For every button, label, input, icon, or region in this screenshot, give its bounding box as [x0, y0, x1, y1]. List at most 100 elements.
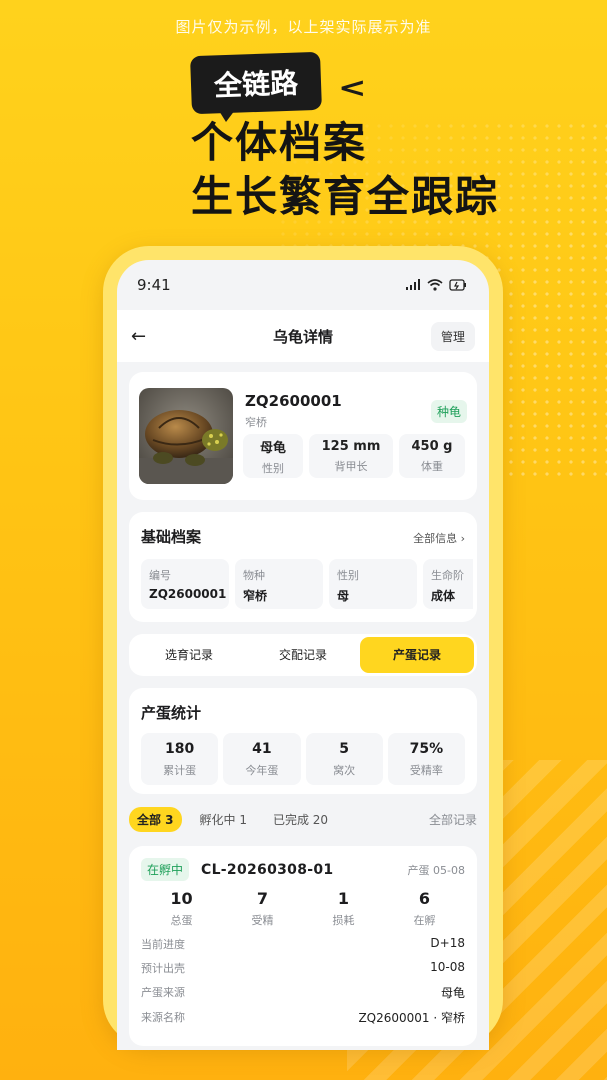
batch-num-label: 受精	[251, 914, 274, 927]
batch-num-total: 10 总蛋	[141, 889, 222, 928]
batch-date: 产蛋 05-08	[407, 863, 465, 877]
detail-value: ZQ2600001 · 窄桥	[358, 1011, 465, 1025]
field-value: 成体	[431, 589, 456, 603]
detail-label: 产蛋来源	[141, 986, 185, 999]
status-icons	[405, 279, 467, 291]
egg-stat-label: 受精率	[409, 763, 443, 777]
wifi-icon	[427, 279, 443, 291]
egg-stat-this-year: 41 今年蛋	[223, 733, 301, 785]
headline-2: 生长繁育全跟踪	[191, 172, 500, 221]
scroll-content[interactable]: ZQ2600001 窄桥 种龟 母龟 性别 125 mm 背甲长 450 g 体…	[117, 362, 489, 1046]
batch-num-label: 总蛋	[170, 914, 193, 927]
batch-header: 在孵中 CL-20260308-01 产蛋 05-08	[141, 858, 465, 881]
signal-icon	[406, 279, 420, 290]
all-records-link[interactable]: 全部记录	[429, 811, 477, 828]
egg-stats-row: 180 累计蛋 41 今年蛋 5 窝次 75% 受精率	[141, 733, 465, 785]
chevron-right-icon: ›	[460, 532, 465, 545]
field-label: 物种	[243, 569, 265, 582]
batch-num-label: 损耗	[332, 914, 355, 927]
chevron-left-icon: <	[338, 72, 367, 104]
field-label: 性别	[337, 569, 359, 582]
stat-sex: 母龟 性别	[243, 434, 303, 478]
detail-expected-hatch: 预计出壳 10-08	[141, 960, 465, 976]
turtle-stats: 母龟 性别 125 mm 背甲长 450 g 体重	[243, 434, 465, 478]
turtle-id: ZQ2600001	[245, 392, 342, 410]
headline-1: 个体档案	[191, 118, 368, 167]
egg-batch-card[interactable]: 在孵中 CL-20260308-01 产蛋 05-08 10 总蛋 7 受精 1	[129, 846, 477, 1046]
promo-bubble: 全链路	[190, 51, 322, 115]
egg-stat-value: 75%	[409, 740, 444, 757]
egg-stat-value: 41	[252, 740, 272, 757]
field-sex: 性别 母	[329, 559, 417, 609]
back-arrow-icon[interactable]: ←	[131, 326, 159, 347]
battery-icon	[449, 279, 466, 291]
status-badge: 在孵中	[141, 858, 190, 881]
batch-numbers: 10 总蛋 7 受精 1 损耗 6 在孵	[141, 889, 465, 928]
field-label: 编号	[149, 569, 171, 582]
tab-mating-records[interactable]: 交配记录	[246, 637, 360, 673]
status-time: 9:41	[137, 276, 171, 294]
egg-stat-total: 180 累计蛋	[141, 733, 219, 785]
batch-num-fertile: 7 受精	[222, 889, 303, 928]
detail-label: 预计出壳	[141, 962, 185, 975]
stat-value: 450 g	[411, 438, 453, 454]
batch-id: CL-20260308-01	[201, 861, 334, 878]
detail-label: 当前进度	[141, 938, 185, 951]
stat-shell-length: 125 mm 背甲长	[309, 434, 393, 478]
stat-value: 母龟	[259, 440, 286, 456]
egg-stat-fertility: 75% 受精率	[387, 733, 465, 785]
all-info-label: 全部信息	[413, 532, 458, 545]
phone-screen: 9:41 ← 乌龟详情 管理 ZQ2600001 窄桥 种龟 母龟 性别 125…	[117, 260, 489, 1050]
egg-stat-label: 今年蛋	[245, 763, 279, 777]
detail-label: 来源名称	[141, 1011, 185, 1024]
archive-card: 基础档案 全部信息 › 编号 ZQ2600001 物种 窄桥 性别 母 生命阶 …	[129, 512, 477, 622]
all-info-link[interactable]: 全部信息 ›	[413, 530, 465, 546]
field-value: 窄桥	[243, 589, 268, 603]
stat-label: 性别	[262, 461, 284, 475]
phone-frame: 9:41 ← 乌龟详情 管理 ZQ2600001 窄桥 种龟 母龟 性别 125…	[103, 246, 503, 1050]
batch-num-value: 1	[337, 889, 350, 908]
egg-stat-value: 5	[339, 740, 349, 757]
stat-value: 125 mm	[321, 438, 381, 454]
filter-row: 全部 3 孵化中 1 已完成 20 全部记录	[129, 806, 477, 832]
detail-egg-source: 产蛋来源 母龟	[141, 984, 465, 1001]
batch-num-loss: 1 损耗	[303, 889, 384, 928]
batch-num-value: 7	[256, 889, 269, 908]
egg-stats-card: 产蛋统计 180 累计蛋 41 今年蛋 5 窝次 75% 受精率	[129, 688, 477, 794]
manage-button[interactable]: 管理	[430, 321, 475, 351]
egg-stat-label: 窝次	[333, 763, 356, 777]
filter-chip-all[interactable]: 全部 3	[129, 806, 182, 832]
disclaimer-text: 图片仅为示例，以上架实际展示为准	[175, 18, 432, 36]
batch-num-incubating: 6 在孵	[384, 889, 465, 928]
batch-num-value: 10	[170, 889, 193, 908]
batch-num-value: 6	[418, 889, 431, 908]
detail-progress: 当前进度 D+18	[141, 936, 465, 952]
egg-stat-label: 累计蛋	[163, 763, 197, 777]
detail-value: 母龟	[440, 986, 465, 1000]
nav-bar: ← 乌龟详情 管理	[117, 310, 489, 362]
status-bar: 9:41	[117, 260, 489, 310]
field-life-stage: 生命阶 成体	[423, 559, 473, 609]
field-species: 物种 窄桥	[235, 559, 323, 609]
field-value: 母	[337, 589, 350, 603]
record-tabs: 选育记录 交配记录 产蛋记录	[129, 634, 477, 676]
turtle-summary-card[interactable]: ZQ2600001 窄桥 种龟 母龟 性别 125 mm 背甲长 450 g 体…	[129, 372, 477, 500]
stat-weight: 450 g 体重	[399, 434, 465, 478]
archive-fields[interactable]: 编号 ZQ2600001 物种 窄桥 性别 母 生命阶 成体	[141, 559, 473, 609]
tab-breeding-records[interactable]: 选育记录	[132, 637, 246, 673]
field-id: 编号 ZQ2600001	[141, 559, 229, 609]
stat-label: 背甲长	[334, 459, 368, 473]
batch-num-label: 在孵	[413, 914, 436, 927]
egg-stat-value: 180	[165, 740, 195, 757]
detail-value: D+18	[430, 936, 465, 950]
stat-label: 体重	[421, 459, 443, 473]
filter-chip-incubating[interactable]: 孵化中 1	[192, 807, 255, 832]
egg-stats-title: 产蛋统计	[141, 704, 202, 722]
detail-value: 10-08	[430, 960, 465, 974]
turtle-photo	[139, 388, 233, 484]
field-label: 生命阶	[431, 569, 464, 582]
detail-source-name: 来源名称 ZQ2600001 · 窄桥	[141, 1009, 465, 1026]
tab-egg-records[interactable]: 产蛋记录	[360, 637, 474, 673]
field-value: ZQ2600001	[149, 587, 227, 601]
filter-chip-completed[interactable]: 已完成 20	[265, 807, 336, 832]
